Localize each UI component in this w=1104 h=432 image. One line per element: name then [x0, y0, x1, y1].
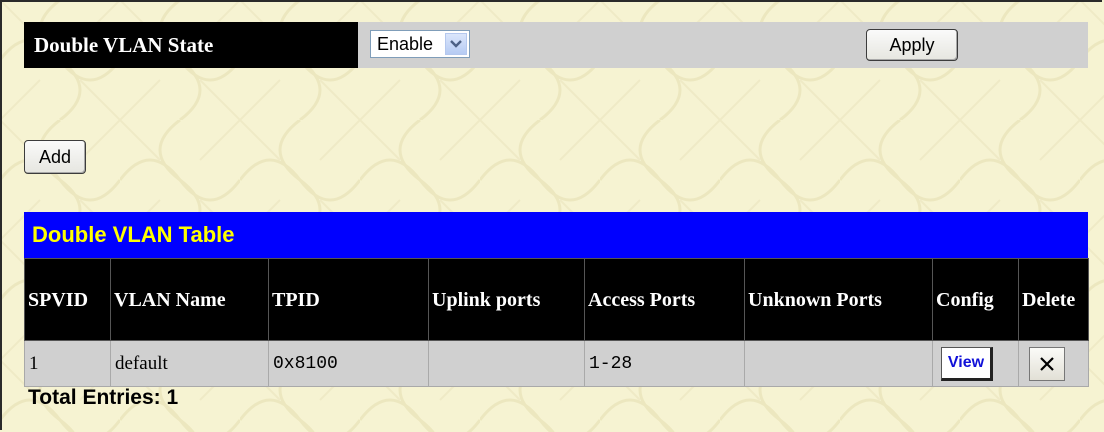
table-row: 1 default 0x8100 1-28 View — [24, 340, 1089, 387]
table-header-row: SPVID VLAN Name TPID Uplink ports Access… — [24, 258, 1089, 341]
column-header-access-ports: Access Ports — [584, 258, 745, 341]
view-button[interactable]: View — [941, 346, 993, 381]
add-button[interactable]: Add — [24, 140, 86, 174]
column-header-config: Config — [932, 258, 1019, 341]
cell-config: View — [932, 340, 1019, 387]
double-vlan-state-selected-value: Enable — [377, 33, 434, 54]
column-header-delete: Delete — [1018, 258, 1089, 341]
cell-tpid: 0x8100 — [268, 340, 429, 387]
cell-vlan-name: default — [110, 340, 269, 387]
close-icon — [1040, 356, 1054, 371]
column-header-tpid: TPID — [268, 258, 429, 341]
cell-uplink-ports — [428, 340, 585, 387]
column-header-spvid: SPVID — [24, 258, 111, 341]
cell-delete — [1018, 340, 1089, 387]
chevron-down-icon[interactable] — [445, 33, 467, 55]
cell-access-ports: 1-28 — [584, 340, 745, 387]
delete-button[interactable] — [1029, 346, 1065, 381]
apply-button[interactable]: Apply — [866, 29, 958, 61]
total-entries: Total Entries: 1 — [28, 386, 179, 409]
column-header-vlan-name: VLAN Name — [110, 258, 269, 341]
column-header-unknown-ports: Unknown Ports — [744, 258, 933, 341]
column-header-uplink-ports: Uplink ports — [428, 258, 585, 341]
cell-unknown-ports — [744, 340, 933, 387]
cell-spvid: 1 — [24, 340, 111, 387]
double-vlan-state-label: Double VLAN State — [24, 22, 358, 68]
double-vlan-state-controls: Enable Apply — [358, 22, 1088, 68]
double-vlan-state-select[interactable]: Enable — [370, 30, 470, 58]
double-vlan-table: SPVID VLAN Name TPID Uplink ports Access… — [24, 258, 1089, 387]
double-vlan-table-title: Double VLAN Table — [24, 212, 1088, 258]
double-vlan-state-row: Double VLAN State Enable Apply — [24, 22, 1088, 68]
